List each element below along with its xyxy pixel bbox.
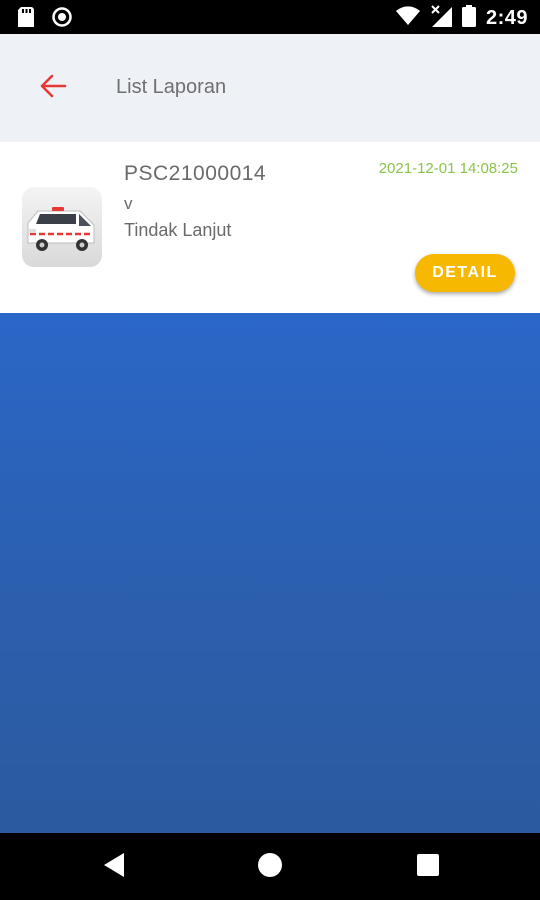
no-signal-icon xyxy=(430,5,452,32)
nav-recents-button[interactable] xyxy=(414,853,442,881)
back-triangle-icon xyxy=(102,852,126,883)
nav-back-button[interactable] xyxy=(100,852,128,883)
wifi-icon xyxy=(395,6,420,31)
app-bar: List Laporan xyxy=(0,34,540,142)
report-type: v xyxy=(124,194,133,213)
home-circle-icon xyxy=(257,852,283,883)
sd-card-icon xyxy=(18,7,34,32)
ambulance-image xyxy=(22,187,102,267)
report-card[interactable]: PSC21000014 v Tindak Lanjut 2021-12-01 1… xyxy=(0,142,540,313)
nav-home-button[interactable] xyxy=(256,852,284,883)
report-status: Tindak Lanjut xyxy=(124,220,232,240)
battery-icon xyxy=(461,5,476,32)
navigation-bar xyxy=(0,833,540,900)
report-timestamp: 2021-12-01 14:08:25 xyxy=(378,160,518,177)
detail-button[interactable]: DETAIL xyxy=(415,254,515,292)
recents-square-icon xyxy=(416,853,440,882)
back-button[interactable] xyxy=(30,66,76,110)
report-id: PSC21000014 xyxy=(124,162,267,185)
arrow-left-icon xyxy=(39,74,67,103)
status-clock: 2:49 xyxy=(485,7,528,29)
sync-icon xyxy=(52,7,72,32)
page-title: List Laporan xyxy=(116,76,227,98)
content-background xyxy=(0,313,540,833)
status-bar: 2:49 xyxy=(0,0,540,34)
